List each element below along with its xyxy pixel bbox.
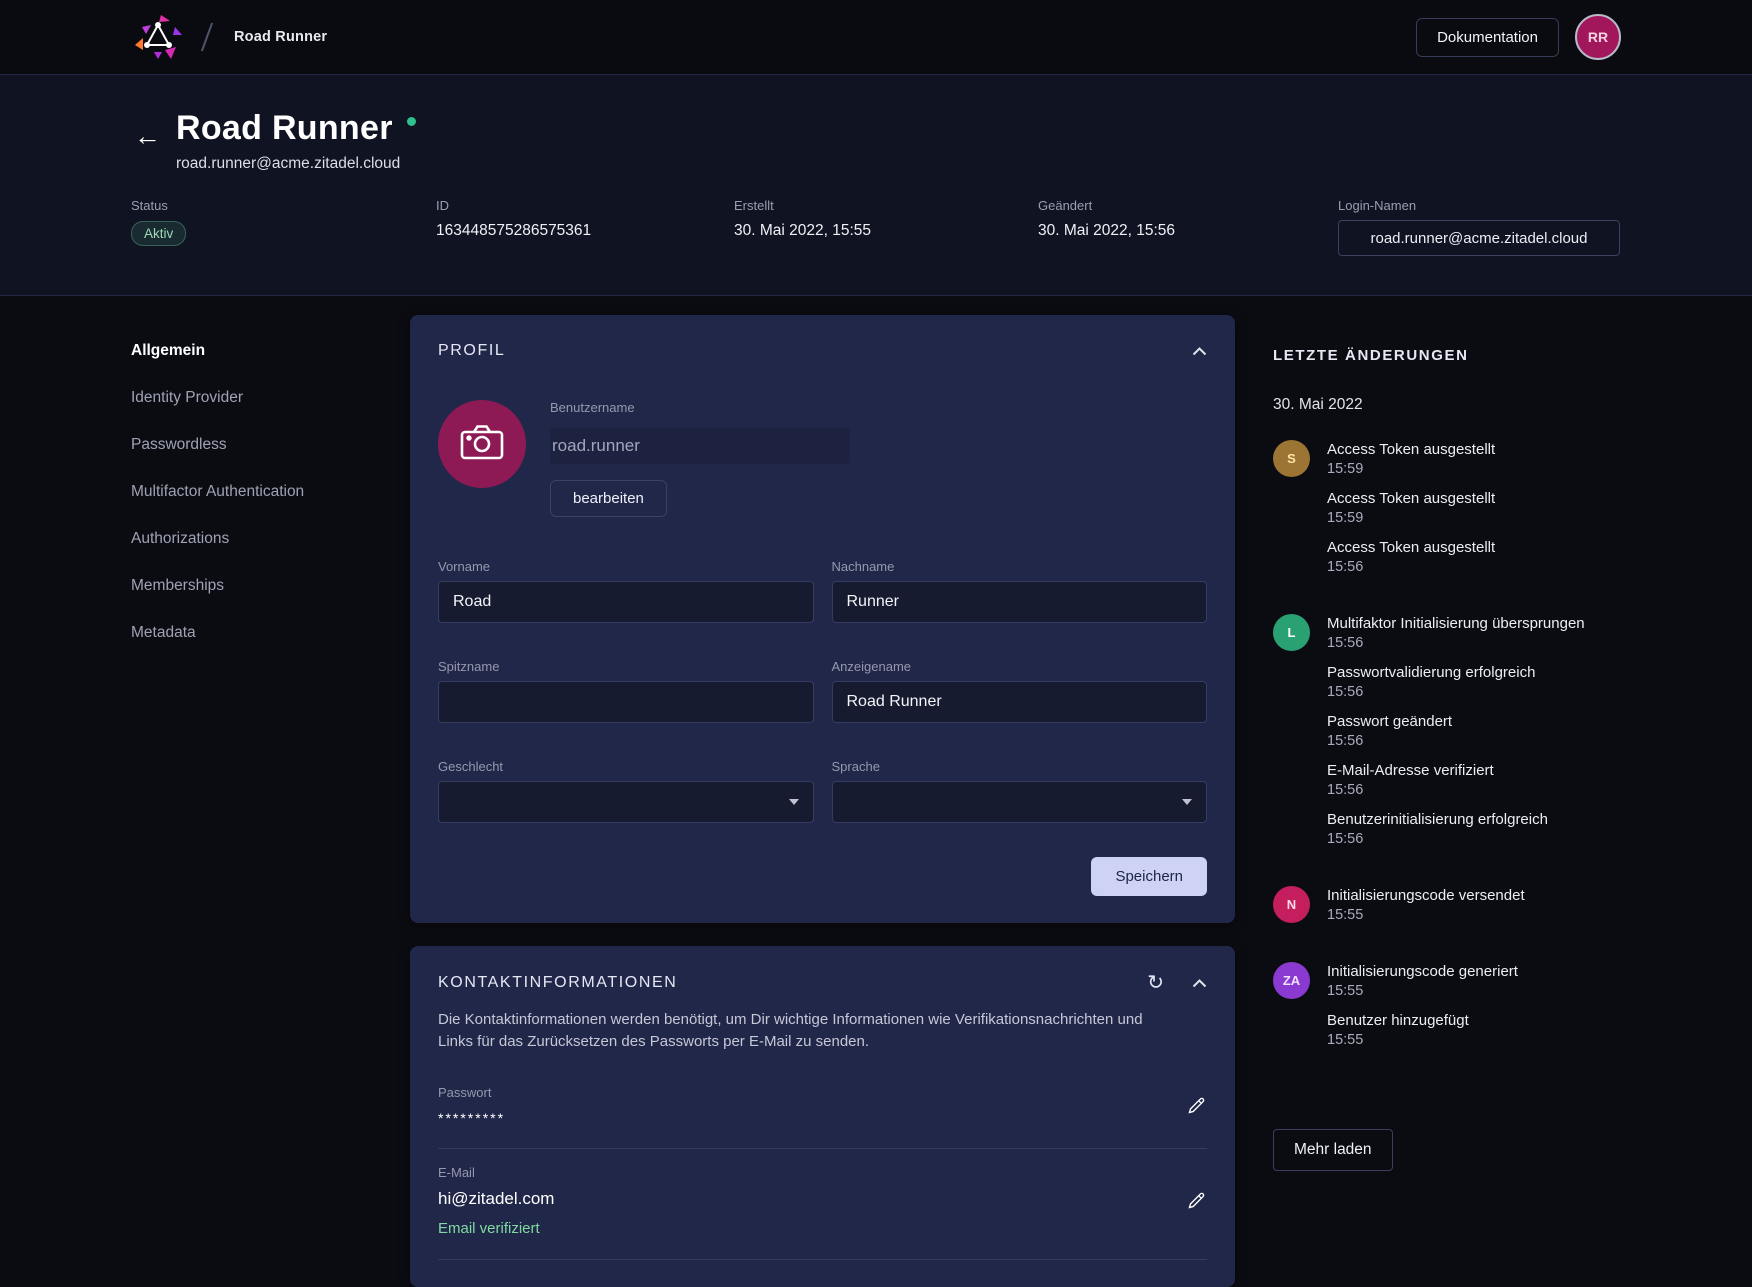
- lastname-input[interactable]: Runner: [832, 581, 1208, 623]
- last-changes-panel: LETZTE ÄNDERUNGEN 30. Mai 2022 S Access …: [1273, 296, 1648, 1171]
- displayname-label: Anzeigename: [832, 659, 1208, 674]
- gender-label: Geschlecht: [438, 759, 814, 774]
- collapse-chevron-up-icon[interactable]: [1192, 979, 1207, 988]
- user-meta-row: Status Aktiv ID 163448575286575361 Erste…: [131, 198, 1621, 256]
- edit-password-pencil-icon[interactable]: [1186, 1095, 1207, 1116]
- nickname-input[interactable]: [438, 681, 814, 723]
- profile-panel-title: PROFIL: [438, 342, 505, 360]
- activity-avatar: N: [1273, 886, 1310, 923]
- profile-panel: PROFIL: [410, 315, 1235, 923]
- id-value: 163448575286575361: [436, 222, 734, 240]
- last-changes-title: LETZTE ÄNDERUNGEN: [1273, 347, 1648, 364]
- page-title: Road Runner: [176, 109, 393, 148]
- sidebar-item-allgemein[interactable]: Allgemein: [131, 340, 410, 361]
- activity-item: Access Token ausgestellt 15:56: [1327, 539, 1495, 575]
- divider: [438, 1148, 1207, 1149]
- gender-select[interactable]: [438, 781, 814, 823]
- activity-item: Initialisierungscode versendet 15:55: [1327, 887, 1525, 923]
- sidebar-item-multifactor[interactable]: Multifactor Authentication: [131, 481, 410, 502]
- contact-panel-title: KONTAKTINFORMATIONEN: [438, 974, 677, 992]
- breadcrumb[interactable]: Road Runner: [234, 29, 327, 45]
- breadcrumb-slash-icon: [201, 23, 213, 52]
- activity-item: E-Mail-Adresse verifiziert 15:56: [1327, 762, 1585, 798]
- zitadel-logo-icon[interactable]: [134, 14, 182, 60]
- sidebar-item-authorizations[interactable]: Authorizations: [131, 528, 410, 549]
- username-field: road.runner: [550, 428, 850, 464]
- firstname-label: Vorname: [438, 559, 814, 574]
- changed-label: Geändert: [1038, 198, 1338, 213]
- back-arrow-icon[interactable]: ←: [134, 123, 176, 150]
- activity-item: Access Token ausgestellt 15:59: [1327, 490, 1495, 526]
- password-label: Passwort: [438, 1085, 1186, 1100]
- collapse-chevron-up-icon[interactable]: [1192, 347, 1207, 356]
- activity-item: Passwortvalidierung erfolgreich 15:56: [1327, 664, 1585, 700]
- save-button[interactable]: Speichern: [1091, 857, 1207, 896]
- username-label: Benutzername: [550, 400, 850, 415]
- activity-avatar: S: [1273, 440, 1310, 477]
- activity-item: Access Token ausgestellt 15:59: [1327, 441, 1495, 477]
- activity-group: S Access Token ausgestellt 15:59 Access …: [1273, 440, 1648, 588]
- created-value: 30. Mai 2022, 15:55: [734, 222, 1038, 240]
- chevron-down-icon: [1182, 799, 1192, 805]
- load-more-button[interactable]: Mehr laden: [1273, 1129, 1393, 1171]
- login-name-box: road.runner@acme.zitadel.cloud: [1338, 220, 1620, 256]
- activity-group: N Initialisierungscode versendet 15:55: [1273, 886, 1648, 936]
- divider: [438, 1259, 1207, 1260]
- sidebar-item-memberships[interactable]: Memberships: [131, 575, 410, 596]
- activity-item: Initialisierungscode generiert 15:55: [1327, 963, 1518, 999]
- email-verified-status: Email verifiziert: [438, 1220, 1186, 1237]
- activity-avatar: L: [1273, 614, 1310, 651]
- changed-value: 30. Mai 2022, 15:56: [1038, 222, 1338, 240]
- status-badge: Aktiv: [131, 221, 186, 246]
- login-names-label: Login-Namen: [1338, 198, 1620, 213]
- refresh-icon[interactable]: ↻: [1147, 973, 1164, 993]
- user-header: ← Road Runner road.runner@acme.zitadel.c…: [0, 75, 1752, 296]
- language-label: Sprache: [832, 759, 1208, 774]
- lastname-label: Nachname: [832, 559, 1208, 574]
- language-select[interactable]: [832, 781, 1208, 823]
- edit-email-pencil-icon[interactable]: [1186, 1190, 1207, 1211]
- email-value: hi@zitadel.com: [438, 1189, 1186, 1209]
- edit-avatar-button[interactable]: bearbeiten: [550, 480, 667, 517]
- changes-date: 30. Mai 2022: [1273, 396, 1648, 414]
- activity-avatar: ZA: [1273, 962, 1310, 999]
- top-navbar: Road Runner Dokumentation RR: [0, 0, 1752, 75]
- password-masked-value: *********: [438, 1110, 1186, 1126]
- activity-item: Benutzerinitialisierung erfolgreich 15:5…: [1327, 811, 1585, 847]
- activity-group: L Multifaktor Initialisierung übersprung…: [1273, 614, 1648, 860]
- activity-item: Passwort geändert 15:56: [1327, 713, 1585, 749]
- nickname-label: Spitzname: [438, 659, 814, 674]
- user-email-subtitle: road.runner@acme.zitadel.cloud: [176, 155, 416, 173]
- displayname-input[interactable]: Road Runner: [832, 681, 1208, 723]
- activity-group: ZA Initialisierungscode generiert 15:55 …: [1273, 962, 1648, 1061]
- documentation-button[interactable]: Dokumentation: [1416, 18, 1559, 57]
- section-sidebar: Allgemein Identity Provider Passwordless…: [131, 296, 410, 669]
- status-label: Status: [131, 198, 436, 213]
- avatar-upload-button[interactable]: [438, 400, 526, 488]
- email-label: E-Mail: [438, 1165, 1186, 1180]
- camera-icon: [459, 423, 505, 466]
- sidebar-item-metadata[interactable]: Metadata: [131, 622, 410, 643]
- contact-panel: KONTAKTINFORMATIONEN ↻ Die Kontaktinform…: [410, 946, 1235, 1287]
- chevron-down-icon: [789, 799, 799, 805]
- active-state-dot: [407, 117, 416, 126]
- sidebar-item-passwordless[interactable]: Passwordless: [131, 434, 410, 455]
- created-label: Erstellt: [734, 198, 1038, 213]
- firstname-input[interactable]: Road: [438, 581, 814, 623]
- activity-item: Benutzer hinzugefügt 15:55: [1327, 1012, 1518, 1048]
- activity-item: Multifaktor Initialisierung übersprungen…: [1327, 615, 1585, 651]
- sidebar-item-identity-provider[interactable]: Identity Provider: [131, 387, 410, 408]
- id-label: ID: [436, 198, 734, 213]
- user-avatar[interactable]: RR: [1575, 14, 1621, 60]
- contact-description: Die Kontaktinformationen werden benötigt…: [438, 1009, 1148, 1053]
